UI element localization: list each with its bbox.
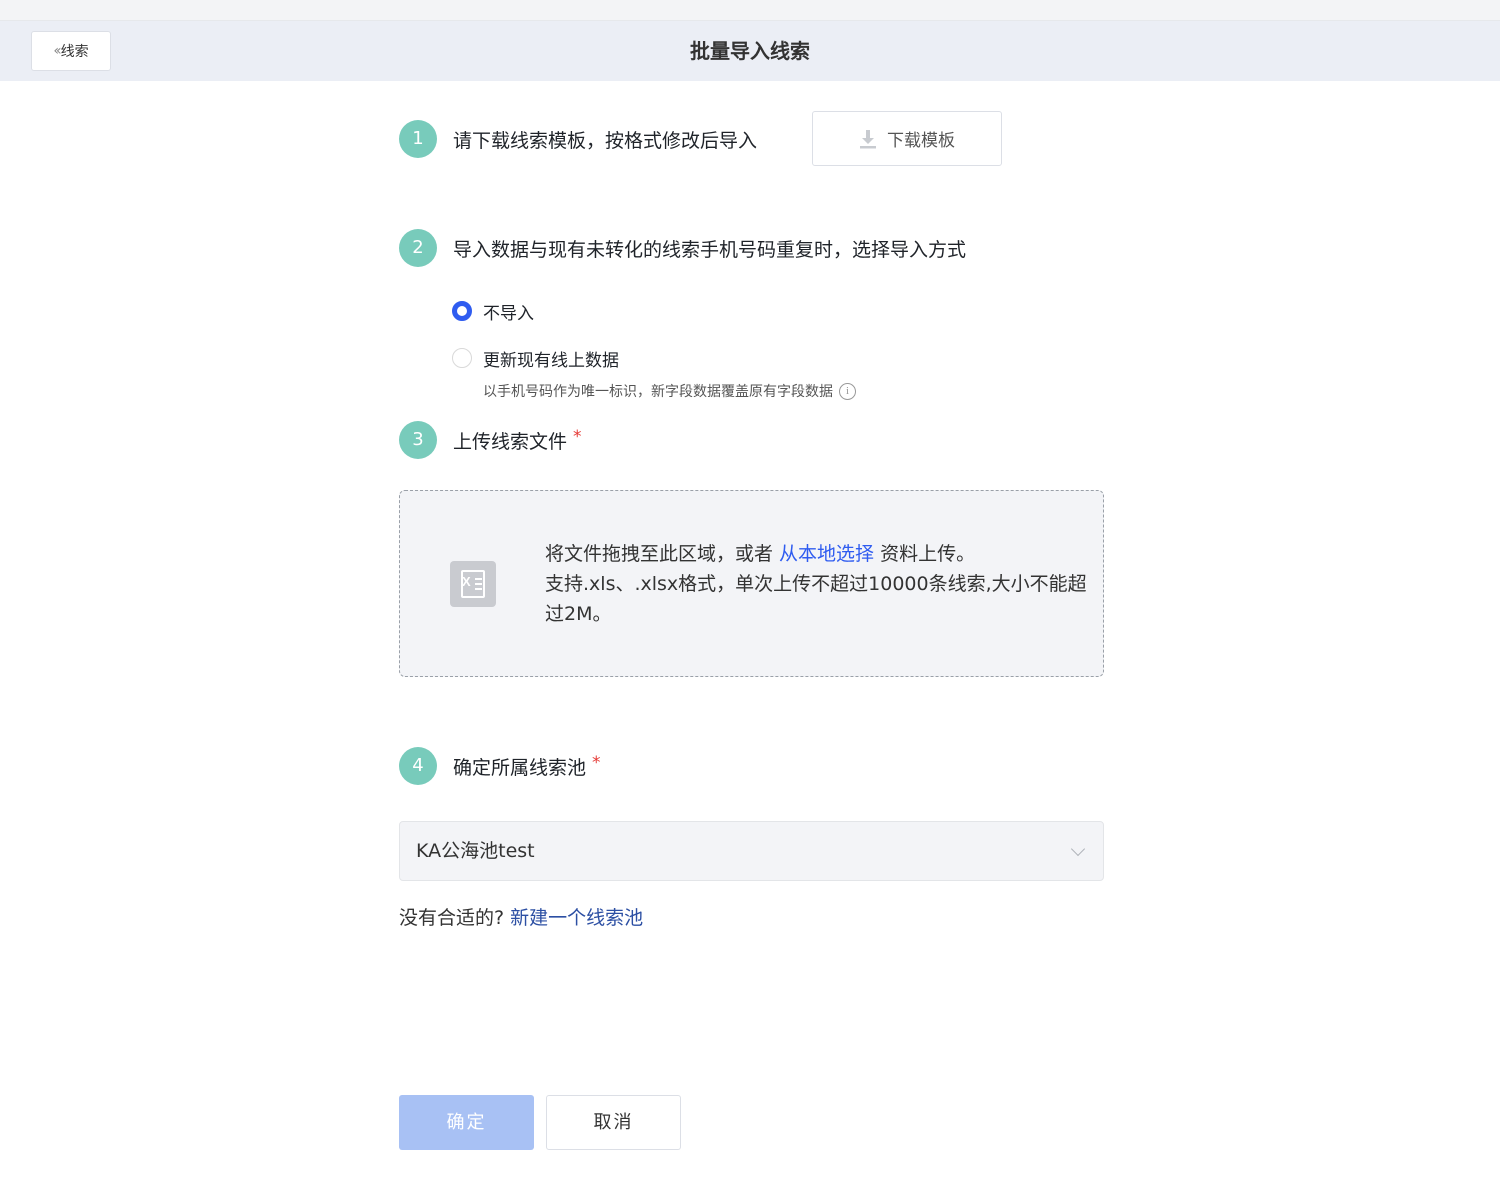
confirm-button[interactable]: 确定: [399, 1095, 534, 1150]
download-template-button[interactable]: 下载模板: [812, 111, 1002, 166]
info-icon[interactable]: i: [839, 382, 856, 400]
double-chevron-left-icon: ‹‹: [53, 43, 61, 59]
excel-file-icon: X: [450, 561, 496, 607]
no-match-text: 没有合适的?: [399, 907, 505, 929]
lead-pool-select[interactable]: KA公海池test: [399, 821, 1104, 881]
step-2-text: 导入数据与现有未转化的线索手机号码重复时，选择导入方式: [453, 239, 967, 261]
required-mark: *: [592, 753, 601, 773]
lead-pool-selected-value: KA公海池test: [416, 840, 535, 862]
chevron-down-icon: [1070, 841, 1086, 857]
top-strip: [0, 0, 1500, 21]
update-hint: 以手机号码作为唯一标识，新字段数据覆盖原有字段数据 i: [483, 381, 856, 401]
page-title: 批量导入线索: [690, 39, 810, 63]
radio-update-existing[interactable]: [452, 348, 472, 368]
step-1-text: 请下载线索模板，按格式修改后导入: [453, 130, 758, 152]
dropzone-text-after: 资料上传。: [874, 543, 976, 565]
download-template-label: 下载模板: [887, 131, 955, 151]
dropzone-text: 将文件拖拽至此区域，或者 从本地选择 资料上传。 支持.xls、.xlsx格式，…: [545, 539, 1105, 629]
radio-no-import[interactable]: [452, 301, 472, 321]
page-header: 批量导入线索 ‹‹ 线索: [0, 21, 1500, 81]
no-match-row: 没有合适的? 新建一个线索池: [399, 903, 643, 930]
select-local-file-link[interactable]: 从本地选择: [779, 543, 874, 565]
file-dropzone[interactable]: X 将文件拖拽至此区域，或者 从本地选择 资料上传。 支持.xls、.xlsx格…: [399, 490, 1104, 677]
dropzone-format-hint: 支持.xls、.xlsx格式，单次上传不超过10000条线索,大小不能超过2M。: [545, 573, 1087, 625]
step-4-badge: 4: [399, 747, 437, 785]
download-icon: [860, 129, 876, 148]
step-2-badge: 2: [399, 229, 437, 267]
required-mark: *: [573, 427, 582, 447]
update-hint-text: 以手机号码作为唯一标识，新字段数据覆盖原有字段数据: [483, 384, 833, 400]
radio-update-existing-label[interactable]: 更新现有线上数据: [483, 346, 619, 371]
step-4-text: 确定所属线索池 *: [453, 753, 601, 780]
dropzone-text-before: 将文件拖拽至此区域，或者: [545, 543, 780, 565]
step-3-text: 上传线索文件 *: [453, 427, 582, 454]
back-button-label: 线索: [60, 44, 89, 60]
create-lead-pool-link[interactable]: 新建一个线索池: [510, 907, 643, 929]
cancel-button[interactable]: 取消: [546, 1095, 681, 1150]
step-3-label: 上传线索文件: [453, 431, 568, 453]
back-button[interactable]: ‹‹ 线索: [31, 31, 111, 71]
excel-file-icon-letter: X: [462, 574, 471, 589]
import-form: 1 请下载线索模板，按格式修改后导入 下载模板 2 导入数据与现有未转化的线索手…: [0, 81, 1500, 1196]
radio-no-import-label[interactable]: 不导入: [483, 299, 534, 324]
step-4-label: 确定所属线索池: [453, 757, 587, 779]
step-3-badge: 3: [399, 421, 437, 459]
step-1-badge: 1: [399, 120, 437, 158]
